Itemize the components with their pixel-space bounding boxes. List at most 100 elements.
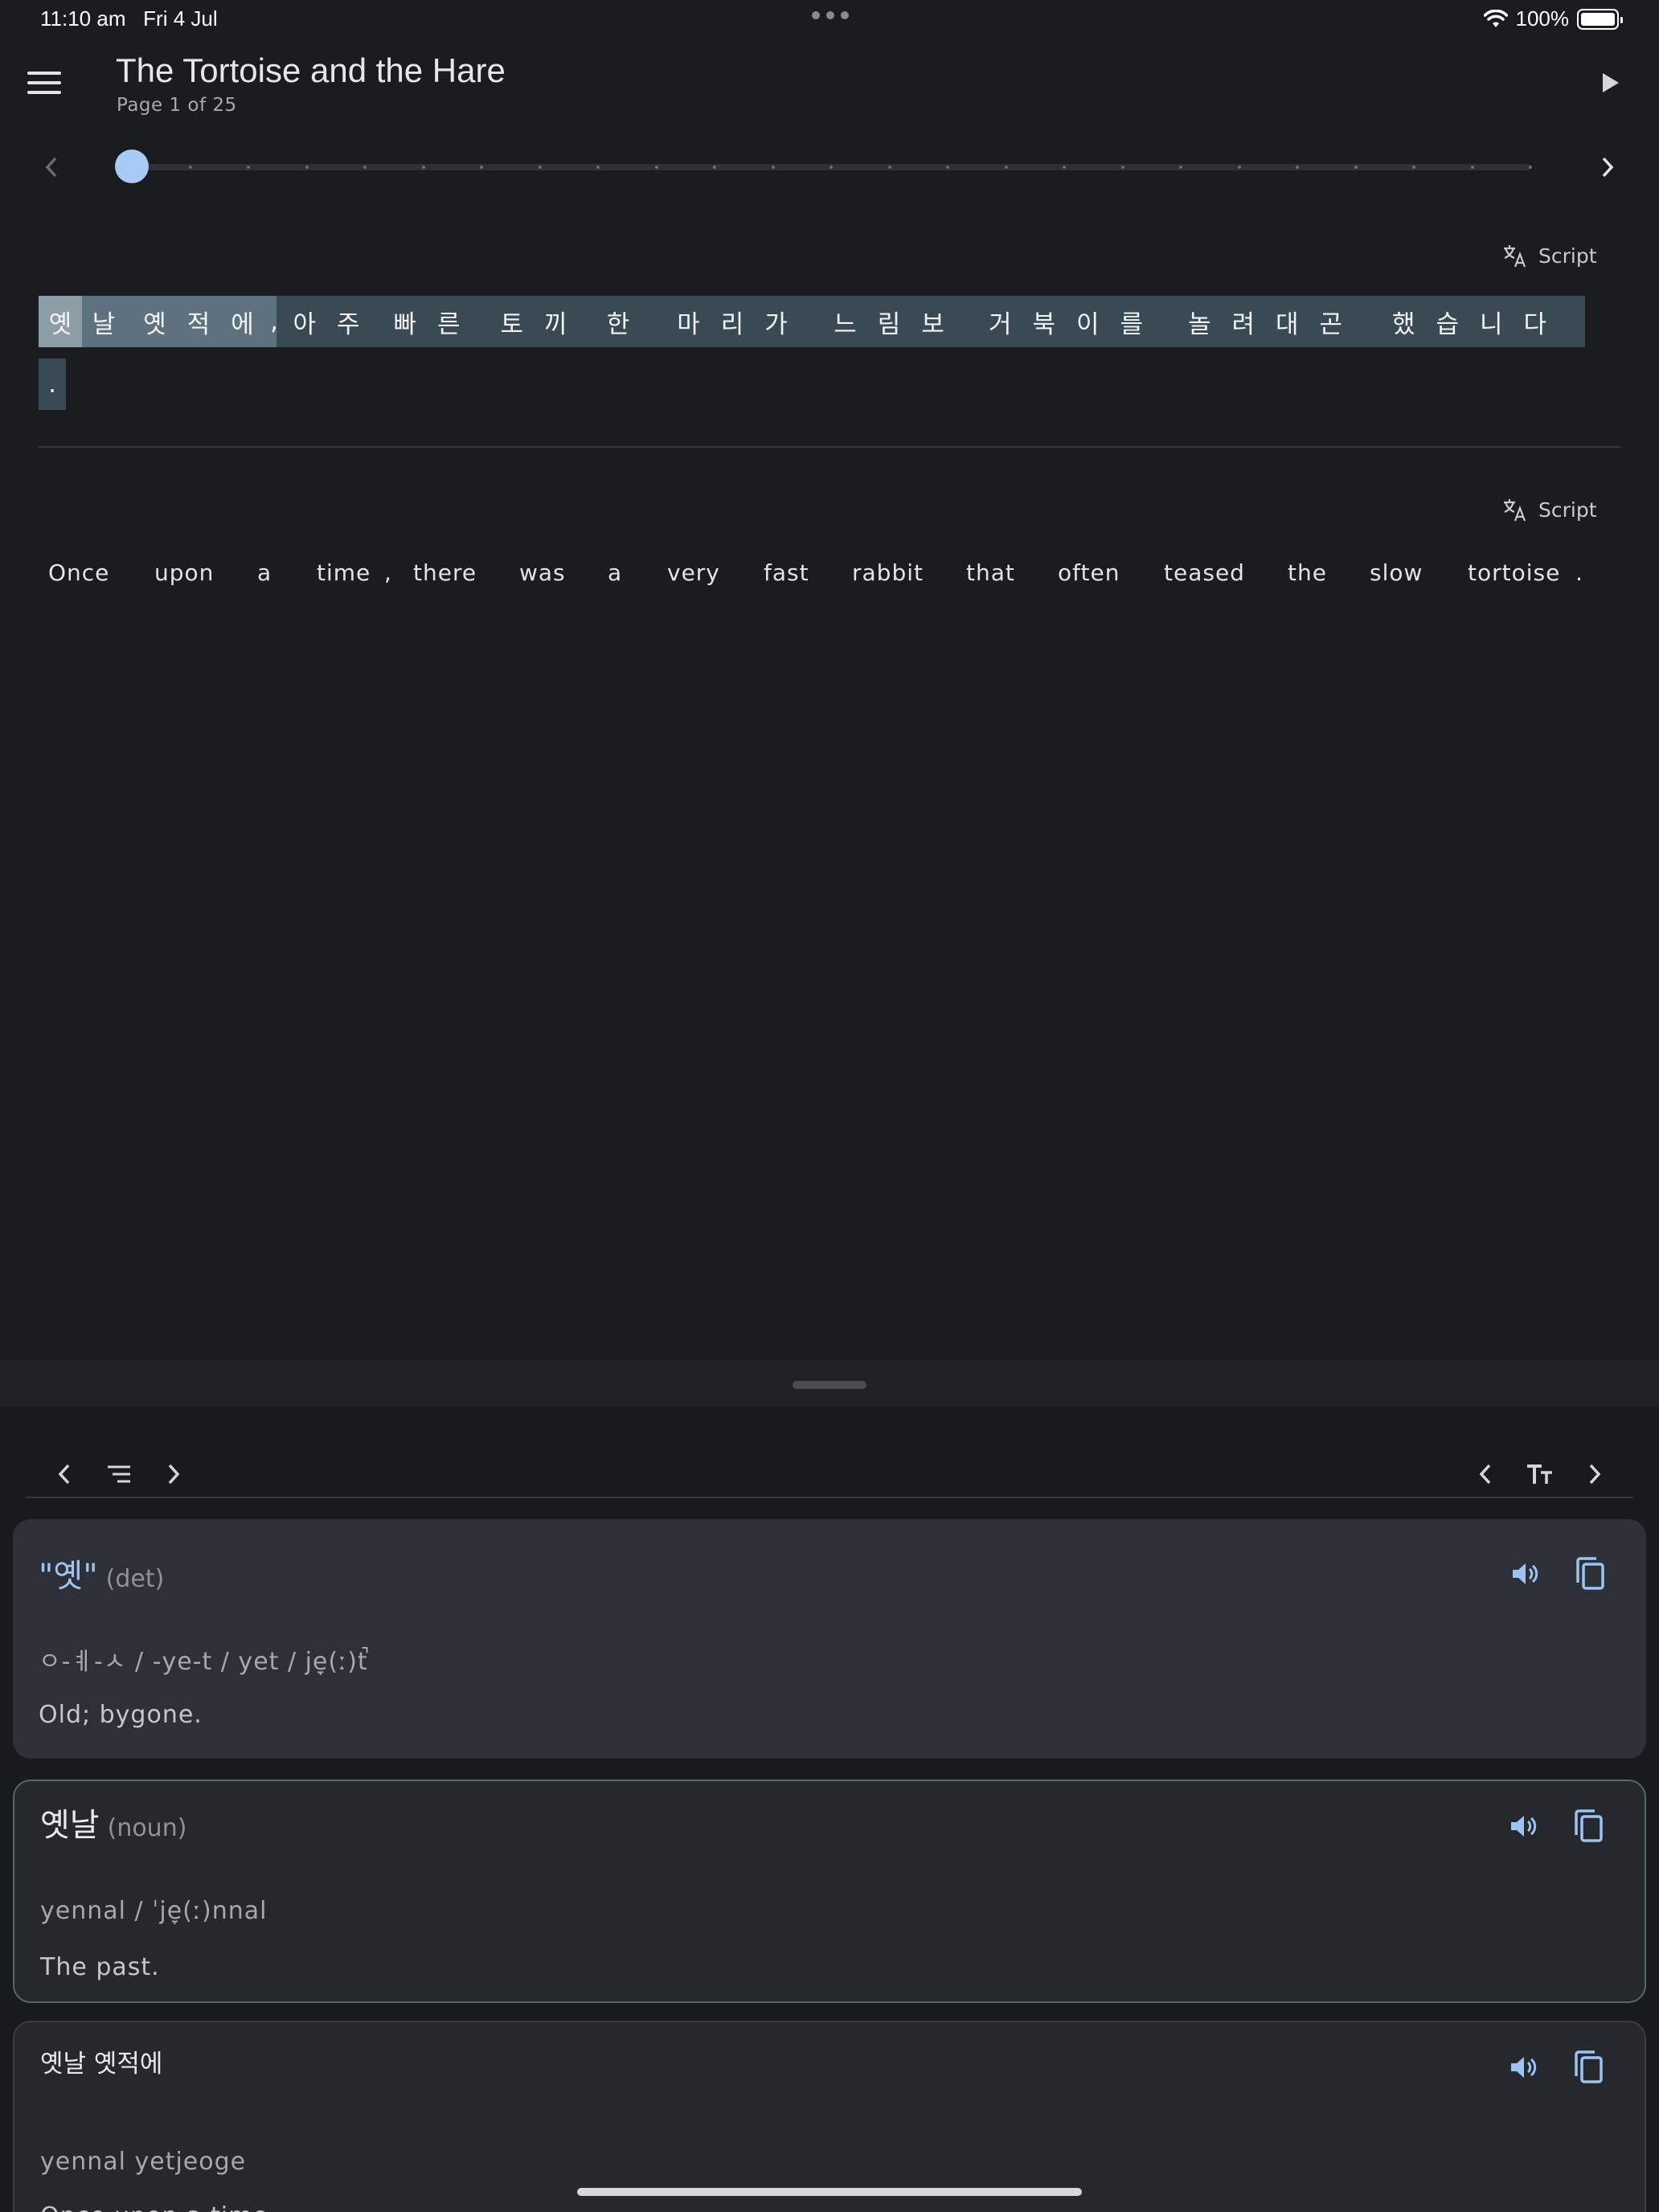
english-word[interactable]: a [257, 559, 272, 586]
list-icon [108, 1465, 130, 1483]
slider-tick [305, 166, 309, 169]
english-word[interactable]: upon [154, 559, 214, 586]
korean-sentence-line-2: . [39, 358, 66, 410]
card-word: 옛날 옛적에 [40, 2050, 163, 2079]
next-sentence-button[interactable] [151, 1452, 196, 1497]
chevron-left-icon [1479, 1464, 1491, 1485]
korean-word[interactable]: 날 [82, 296, 125, 347]
card-pos: (det) [105, 1565, 165, 1593]
slider-tick [363, 166, 367, 169]
sheet-handle-area[interactable] [0, 1360, 1659, 1407]
status-right: 100% [1483, 6, 1623, 31]
slider-tick [1237, 166, 1241, 169]
decrease-text-button[interactable] [1463, 1452, 1508, 1497]
korean-word[interactable]: , [270, 296, 293, 347]
increase-text-button[interactable] [1572, 1452, 1617, 1497]
korean-word[interactable]: 한 [595, 296, 662, 347]
card-definition: The past. [40, 1953, 160, 1981]
slider-tick [247, 166, 250, 169]
korean-word[interactable]: 느림보 [823, 296, 976, 347]
dictionary-card[interactable]: 옛날 (noun) yennal / ˈje̞(ː)nnal The past. [13, 1780, 1646, 2003]
english-word[interactable]: there [413, 559, 477, 586]
korean-word[interactable]: 옛적에 [141, 296, 276, 347]
english-word[interactable]: time [317, 559, 371, 586]
slider-tick [946, 166, 949, 169]
status-bar: 11:10 am Fri 4 Jul 100% [0, 0, 1659, 39]
korean-word[interactable]: 빠른 [381, 296, 494, 347]
card-word: "옛" [39, 1558, 98, 1595]
slider-tick [1412, 166, 1415, 169]
korean-word[interactable]: 놀려대곤 [1177, 296, 1374, 347]
slider-tick [654, 166, 658, 169]
copy-icon[interactable] [1569, 2048, 1608, 2087]
sentence-list-button[interactable] [96, 1452, 141, 1497]
page-slider-thumb[interactable] [115, 150, 149, 183]
prev-sentence-button[interactable] [42, 1452, 87, 1497]
chevron-left-icon [45, 157, 57, 178]
english-word[interactable]: very [667, 559, 720, 586]
korean-word[interactable]: . [39, 358, 66, 410]
english-word[interactable]: tortoise [1468, 559, 1560, 586]
speaker-icon[interactable] [1503, 1807, 1542, 1845]
english-word[interactable]: was [519, 559, 566, 586]
chevron-right-icon [1589, 1464, 1601, 1485]
dictionary-card[interactable]: "옛" (det) ㅇ-ㅖ-ㅅ / -ye-t / yet / je̞(ː)t̚… [13, 1519, 1646, 1759]
page-slider-ticks [132, 164, 1532, 170]
english-word[interactable]: teased [1164, 559, 1245, 586]
korean-word[interactable]: 아주 [293, 296, 381, 347]
card-pronunciation: ㅇ-ㅖ-ㅅ / -ye-t / yet / je̞(ː)t̚ [39, 1648, 368, 1676]
section-divider [39, 446, 1620, 448]
prev-page-button[interactable] [34, 150, 69, 185]
english-word[interactable]: slow [1370, 559, 1423, 586]
speaker-icon[interactable] [1503, 2048, 1542, 2087]
english-word[interactable]: rabbit [852, 559, 924, 586]
copy-icon[interactable] [1571, 1555, 1609, 1593]
chevron-right-icon [168, 1464, 180, 1485]
slider-tick [188, 166, 192, 169]
card-pos: (noun) [107, 1814, 187, 1842]
next-page-button[interactable] [1590, 150, 1625, 185]
slider-tick [1354, 166, 1358, 169]
home-indicator[interactable] [577, 2188, 1082, 2196]
slider-tick [1179, 166, 1182, 169]
slider-tick [1004, 166, 1008, 169]
page-title: The Tortoise and the Hare [116, 51, 506, 89]
script-toggle-english[interactable]: Script [1501, 497, 1597, 522]
speaker-icon[interactable] [1505, 1555, 1543, 1593]
korean-word[interactable]: 토끼 [494, 296, 595, 347]
dictionary-card[interactable]: 옛날 옛적에 yennal yetjeoge Once upon a time. [13, 2021, 1646, 2212]
slider-tick [596, 166, 600, 169]
slider-tick [421, 166, 425, 169]
sheet-divider [26, 1497, 1633, 1498]
english-word[interactable]: . [1575, 559, 1583, 586]
slider-tick [1296, 166, 1299, 169]
sheet-grabber[interactable] [793, 1381, 866, 1389]
script-toggle-korean[interactable]: Script [1501, 243, 1597, 268]
battery-icon [1577, 8, 1623, 30]
text-size-icon [1527, 1464, 1552, 1484]
english-word[interactable]: fast [764, 559, 809, 586]
multitasking-dots-icon[interactable] [812, 11, 849, 19]
translate-icon [1504, 245, 1526, 268]
korean-word[interactable]: 거북이를 [976, 296, 1177, 347]
chevron-right-icon [1602, 157, 1614, 178]
slider-tick [887, 166, 891, 169]
english-word[interactable]: , [384, 559, 392, 586]
translate-icon [1504, 499, 1526, 522]
korean-word[interactable]: 했습니다 [1374, 296, 1585, 347]
korean-word[interactable]: 마리가 [662, 296, 823, 347]
english-word[interactable]: that [966, 559, 1015, 586]
card-definition: Once upon a time. [40, 2202, 276, 2212]
play-icon[interactable] [1598, 71, 1622, 95]
english-word[interactable]: a [608, 559, 622, 586]
text-size-button[interactable] [1518, 1452, 1563, 1497]
slider-tick [1470, 166, 1474, 169]
menu-icon[interactable] [27, 66, 61, 100]
english-word[interactable]: the [1288, 559, 1327, 586]
english-word[interactable]: Once [48, 559, 109, 586]
korean-word[interactable]: 옛 [39, 296, 82, 347]
english-word[interactable]: often [1058, 559, 1120, 586]
slider-tick [1529, 166, 1532, 169]
copy-icon[interactable] [1569, 1807, 1608, 1845]
korean-word-gap [125, 296, 141, 347]
